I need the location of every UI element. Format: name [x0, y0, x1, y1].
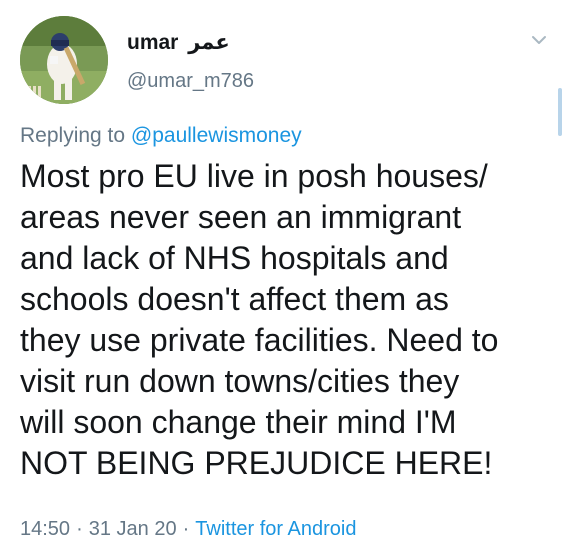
meta-separator: ·	[76, 518, 83, 540]
tweet-text-line: Most pro EU live in posh houses/	[20, 158, 488, 194]
chevron-down-icon[interactable]	[529, 30, 549, 50]
tweet-text: Most pro EU live in posh houses/ areas n…	[20, 156, 550, 484]
tweet-text-line: schools doesn't affect them as	[20, 281, 449, 317]
tweet-text-line: visit run down towns/cities they	[20, 363, 460, 399]
tweet-date[interactable]: 31 Jan 20	[89, 518, 177, 540]
display-name[interactable]: umar عمر	[127, 30, 230, 55]
scroll-indicator	[558, 88, 562, 136]
meta-separator: ·	[182, 518, 190, 540]
user-handle[interactable]: @umar_m786	[127, 70, 254, 93]
tweet-source-link[interactable]: Twitter for Android	[195, 518, 356, 540]
display-name-text: umar	[127, 31, 179, 54]
tweet-card: umar عمر @umar_m786 Replying to @paullew…	[0, 0, 567, 556]
avatar-image	[20, 16, 108, 104]
replying-to-label: Replying to	[20, 124, 126, 147]
tweet-text-line: they use private facilities. Need to	[20, 322, 499, 358]
tweet-text-line: areas never seen an immigrant	[20, 199, 462, 235]
tweet-text-line: and lack of NHS hospitals and	[20, 240, 449, 276]
tweet-text-line: will soon change their mind I'M	[20, 404, 457, 440]
tweet-text-line: NOT BEING PREJUDICE HERE!	[20, 445, 493, 481]
replying-to: Replying to @paullewismoney	[20, 124, 302, 148]
reply-mention-link[interactable]: @paullewismoney	[131, 124, 302, 147]
avatar[interactable]	[20, 16, 108, 104]
display-name-arabic: عمر	[188, 31, 230, 54]
tweet-meta: 14:50 · 31 Jan 20 · Twitter for Android	[20, 518, 356, 541]
tweet-time[interactable]: 14:50	[20, 518, 70, 540]
